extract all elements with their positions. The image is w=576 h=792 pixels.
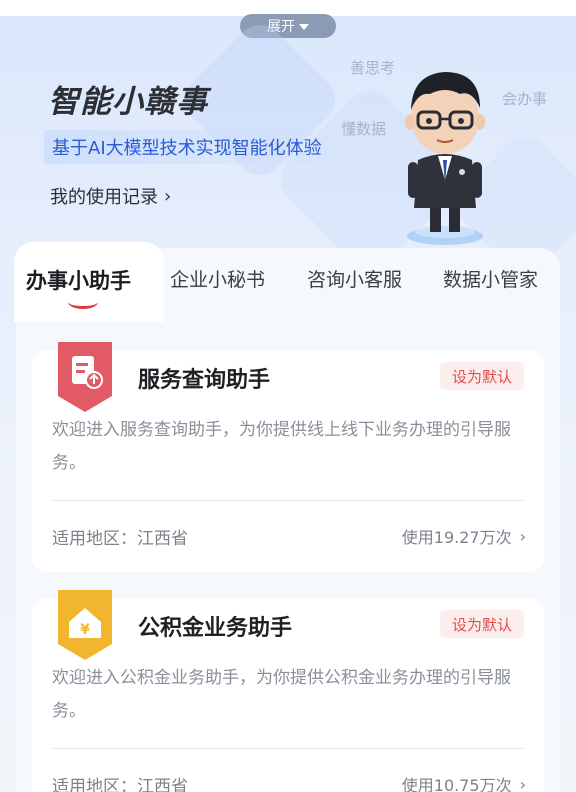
document-upload-icon [58, 342, 112, 412]
card-title: 公积金业务助手 [138, 616, 293, 641]
floating-tag: 善思考 [350, 59, 396, 77]
chevron-right-icon: › [519, 526, 526, 546]
card-divider [52, 748, 524, 749]
card-description: 欢迎进入服务查询助手，为你提供线上线下业务办理的引导服务。 [52, 420, 511, 473]
card-title: 服务查询助手 [138, 368, 271, 393]
hero-subtitle: 基于AI大模型技术实现智能化体验 [44, 130, 330, 164]
card-region: 适用地区：江西省 [52, 529, 188, 549]
tab-enterprise-secretary[interactable]: 企业小秘书 [170, 265, 265, 292]
card-usage-link[interactable]: 使用19.27万次 › [402, 524, 526, 548]
active-tab-indicator [68, 295, 98, 309]
card-usage-link[interactable]: 使用10.75万次 › [402, 772, 526, 792]
card-region: 适用地区：江西省 [52, 777, 188, 792]
usage-record-link[interactable]: 我的使用记录 › [50, 183, 171, 209]
card-divider [52, 500, 524, 501]
floating-tag: 会办事 [502, 90, 548, 108]
svg-text:¥: ¥ [80, 622, 90, 638]
assistant-card[interactable]: 服务查询助手 设为默认 欢迎进入服务查询助手，为你提供线上线下业务办理的引导服务… [32, 342, 544, 572]
card-description: 欢迎进入公积金业务助手，为你提供公积金业务办理的引导服务。 [52, 668, 511, 721]
hero-title: 智能小赣事 [48, 84, 208, 120]
house-yuan-icon: ¥ [58, 590, 112, 660]
usage-record-label: 我的使用记录 [50, 187, 158, 208]
set-default-button[interactable]: 设为默认 [439, 610, 524, 638]
tab-consult-service[interactable]: 咨询小客服 [307, 265, 402, 292]
assistant-card[interactable]: ¥ 公积金业务助手 设为默认 欢迎进入公积金业务助手，为你提供公积金业务办理的引… [32, 590, 544, 792]
chevron-right-icon: › [164, 185, 172, 207]
set-default-button[interactable]: 设为默认 [439, 362, 524, 390]
caret-down-icon [299, 24, 309, 30]
tab-data-manager[interactable]: 数据小管家 [443, 265, 538, 292]
card-usage-count: 使用19.27万次 [401, 528, 512, 547]
tab-service-assistant[interactable]: 办事小助手 [26, 265, 131, 295]
card-usage-count: 使用10.75万次 [401, 776, 512, 792]
floating-tag: 懂数据 [341, 120, 387, 138]
chevron-right-icon: › [519, 774, 526, 792]
assistant-avatar-icon [405, 72, 485, 245]
